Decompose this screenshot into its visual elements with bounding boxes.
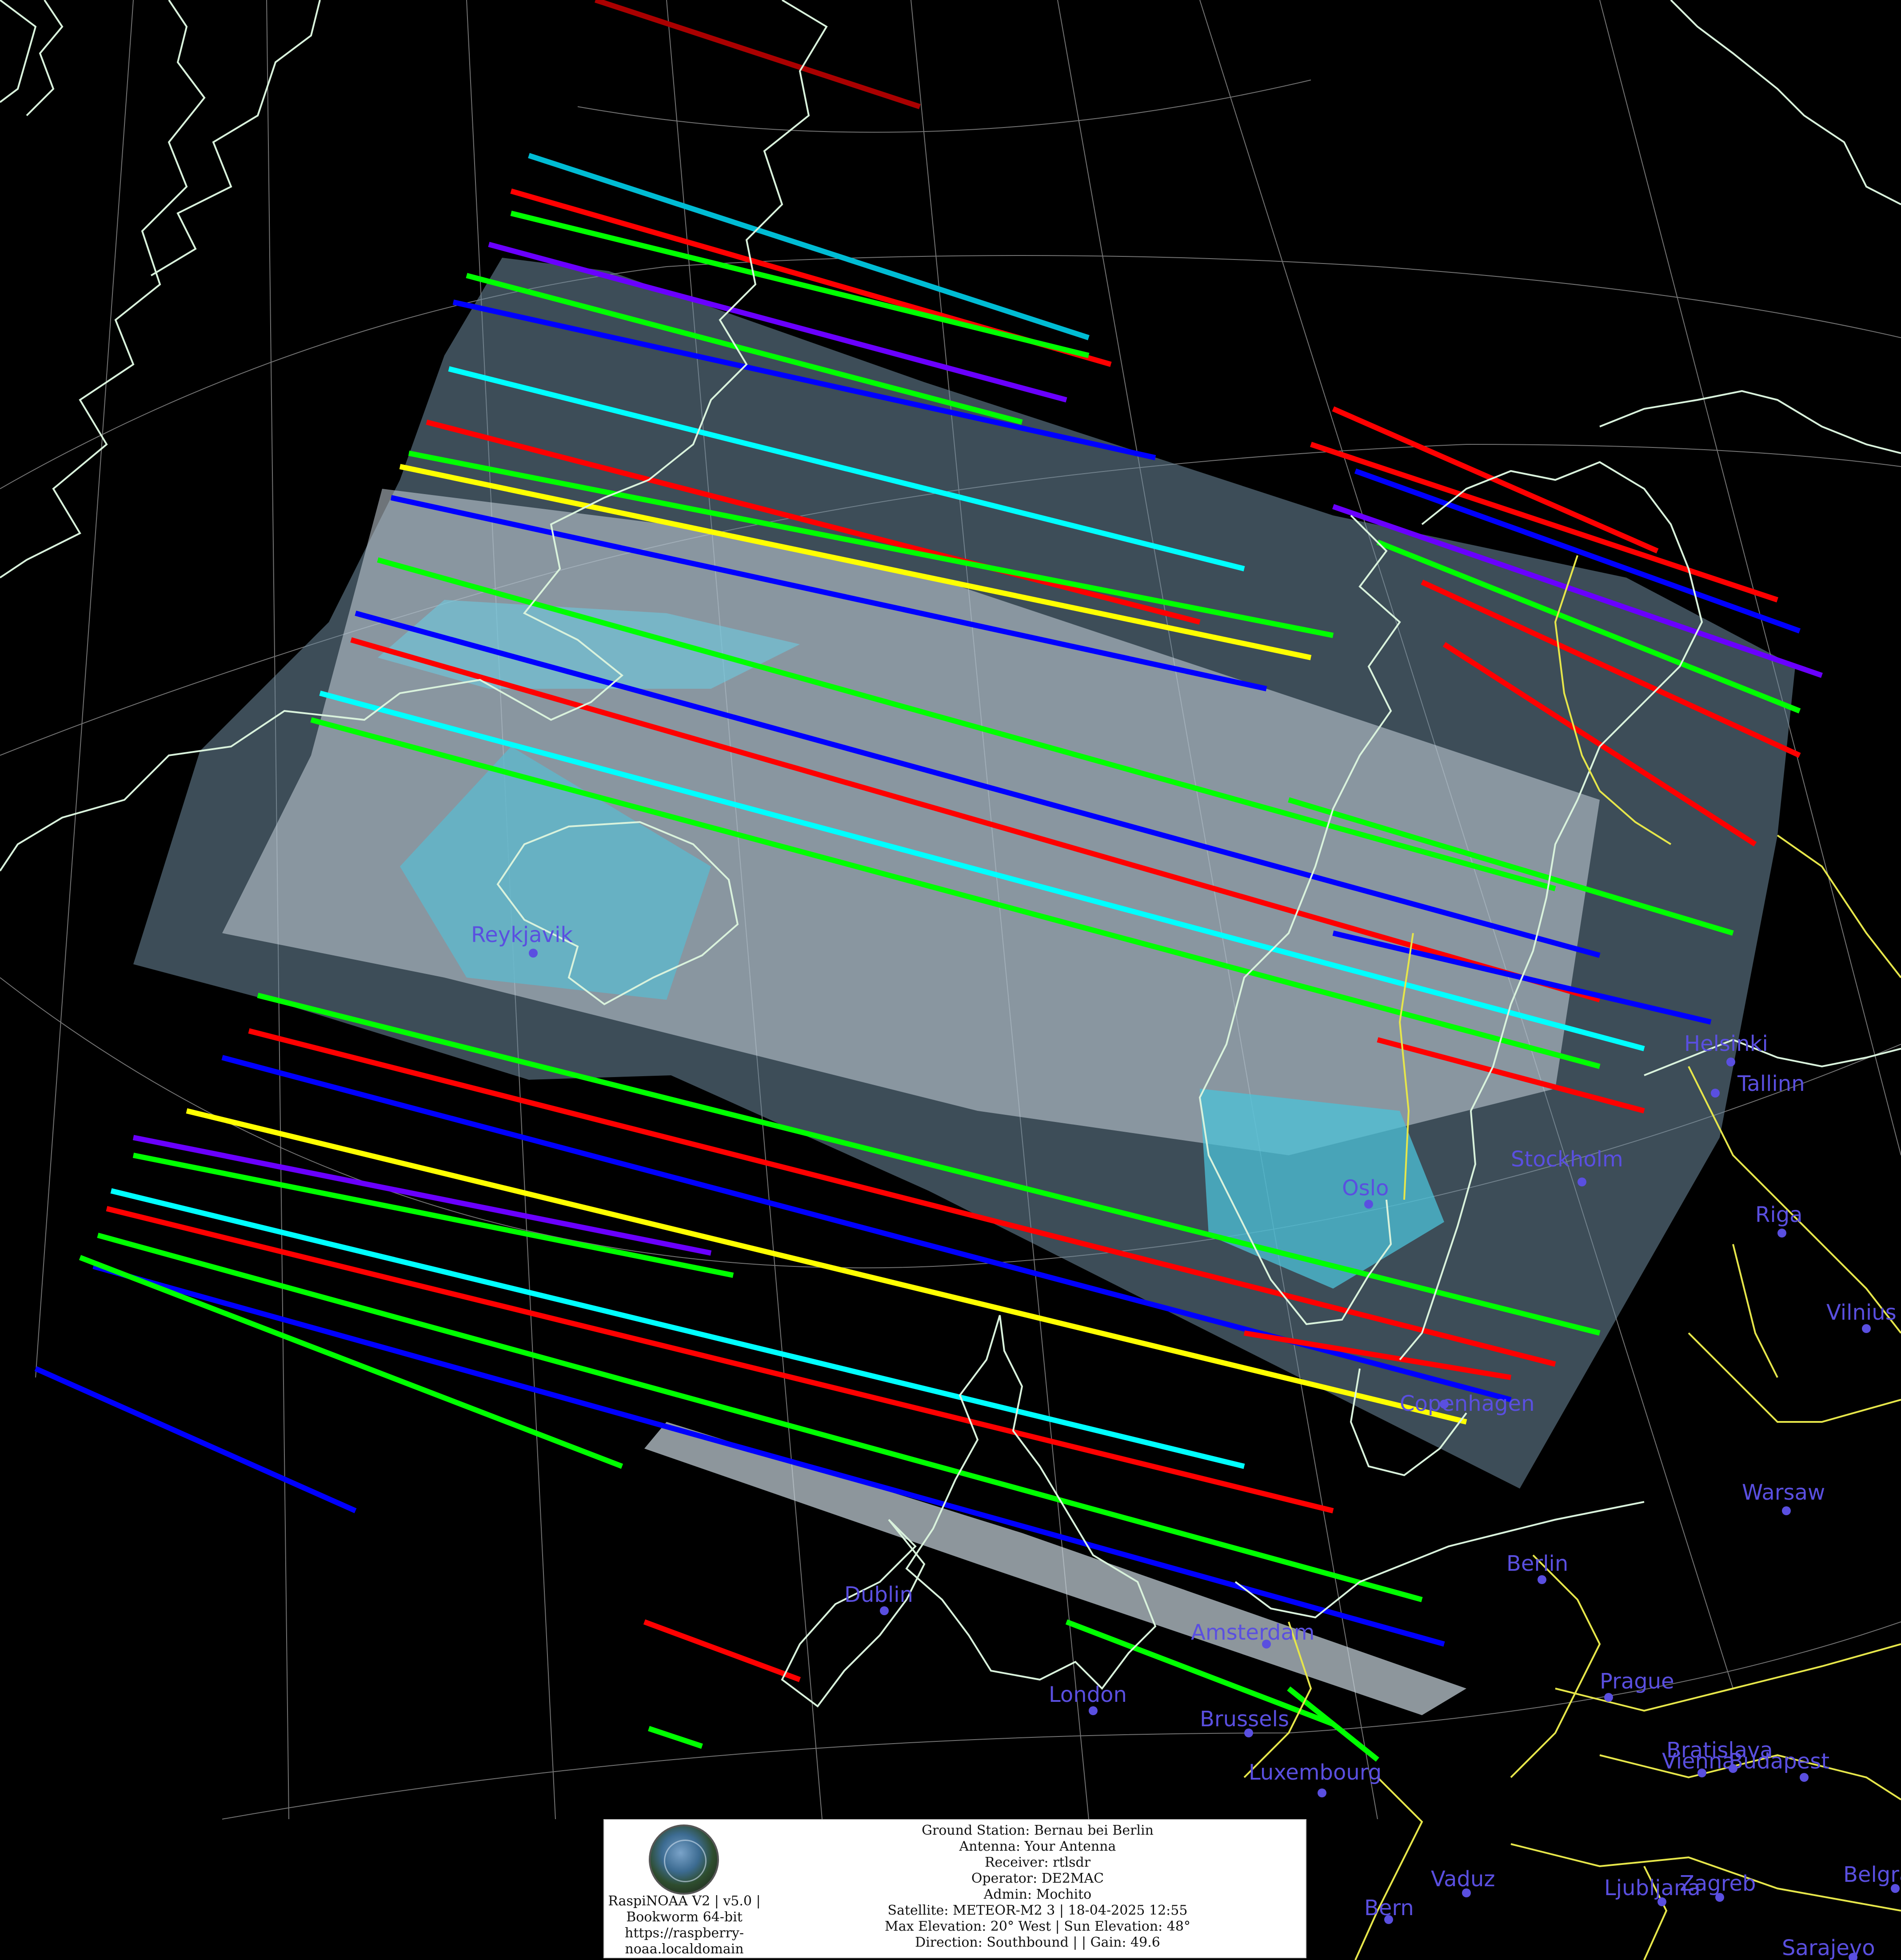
city-bern: Bern xyxy=(1364,1896,1414,1924)
city-sarajevo: Sarajevo xyxy=(1782,1936,1875,1960)
svg-text:Berlin: Berlin xyxy=(1506,1551,1568,1576)
svg-text:Stockholm: Stockholm xyxy=(1511,1147,1623,1172)
station-info-footer: RaspiNOAA V2 | v5.0 | Bookworm 64-bit ht… xyxy=(603,1819,1306,1958)
satellite-line: Satellite: METEOR-M2 3 | 18-04-2025 12:5… xyxy=(887,1903,1188,1918)
svg-text:Warsaw: Warsaw xyxy=(1742,1480,1825,1505)
software-line: RaspiNOAA V2 | v5.0 | xyxy=(608,1893,761,1909)
svg-text:Zagreb: Zagreb xyxy=(1680,1871,1756,1896)
software-line: https://raspberry- xyxy=(625,1925,744,1941)
software-line: noaa.localdomain xyxy=(625,1941,744,1957)
city-amsterdam: Amsterdam xyxy=(1191,1620,1314,1649)
software-info: RaspiNOAA V2 | v5.0 | Bookworm 64-bit ht… xyxy=(604,1893,764,1957)
receiver-line: Receiver: rtlsdr xyxy=(984,1855,1091,1870)
svg-text:Brussels: Brussels xyxy=(1200,1707,1289,1732)
svg-text:Prague: Prague xyxy=(1600,1669,1674,1694)
city-copenhagen: Copenhagen xyxy=(1400,1391,1535,1416)
svg-text:Vaduz: Vaduz xyxy=(1431,1867,1495,1892)
svg-text:Tallinn: Tallinn xyxy=(1737,1071,1805,1096)
elevation-line: Max Elevation: 20° West | Sun Elevation:… xyxy=(885,1919,1190,1934)
svg-text:Belgrade: Belgrade xyxy=(1843,1862,1901,1887)
satellite-map: Reykjavik Oslo Stockholm Helsinki Tallin… xyxy=(0,0,1901,1960)
svg-text:Vienna: Vienna xyxy=(1662,1749,1735,1774)
svg-text:Oslo: Oslo xyxy=(1342,1176,1389,1201)
direction-line: Direction: Southbound | | Gain: 49.6 xyxy=(915,1935,1160,1950)
svg-text:Sarajevo: Sarajevo xyxy=(1782,1936,1875,1960)
svg-text:London: London xyxy=(1049,1682,1127,1707)
pass-info: Ground Station: Bernau bei Berlin Antenn… xyxy=(773,1823,1302,1951)
svg-text:Helsinki: Helsinki xyxy=(1684,1031,1768,1056)
ground-station-line: Ground Station: Bernau bei Berlin xyxy=(922,1823,1154,1838)
operator-line: Operator: DE2MAC xyxy=(971,1871,1104,1886)
svg-text:Luxembourg: Luxembourg xyxy=(1249,1760,1382,1785)
svg-text:Budapest: Budapest xyxy=(1729,1749,1829,1774)
antenna-line: Antenna: Your Antenna xyxy=(959,1839,1116,1854)
svg-text:Reykjavik: Reykjavik xyxy=(471,922,573,947)
svg-text:Copenhagen: Copenhagen xyxy=(1400,1391,1535,1416)
software-line: Bookworm 64-bit xyxy=(626,1909,743,1925)
svg-text:Bern: Bern xyxy=(1364,1896,1414,1920)
raspinoaa-logo-icon xyxy=(649,1824,719,1895)
city-vienna: Vienna xyxy=(1662,1749,1735,1777)
svg-text:Riga: Riga xyxy=(1755,1202,1803,1227)
svg-text:Amsterdam: Amsterdam xyxy=(1191,1620,1314,1645)
svg-text:Dublin: Dublin xyxy=(844,1582,913,1607)
admin-line: Admin: Mochito xyxy=(983,1887,1092,1902)
svg-text:Vilnius: Vilnius xyxy=(1826,1300,1897,1325)
